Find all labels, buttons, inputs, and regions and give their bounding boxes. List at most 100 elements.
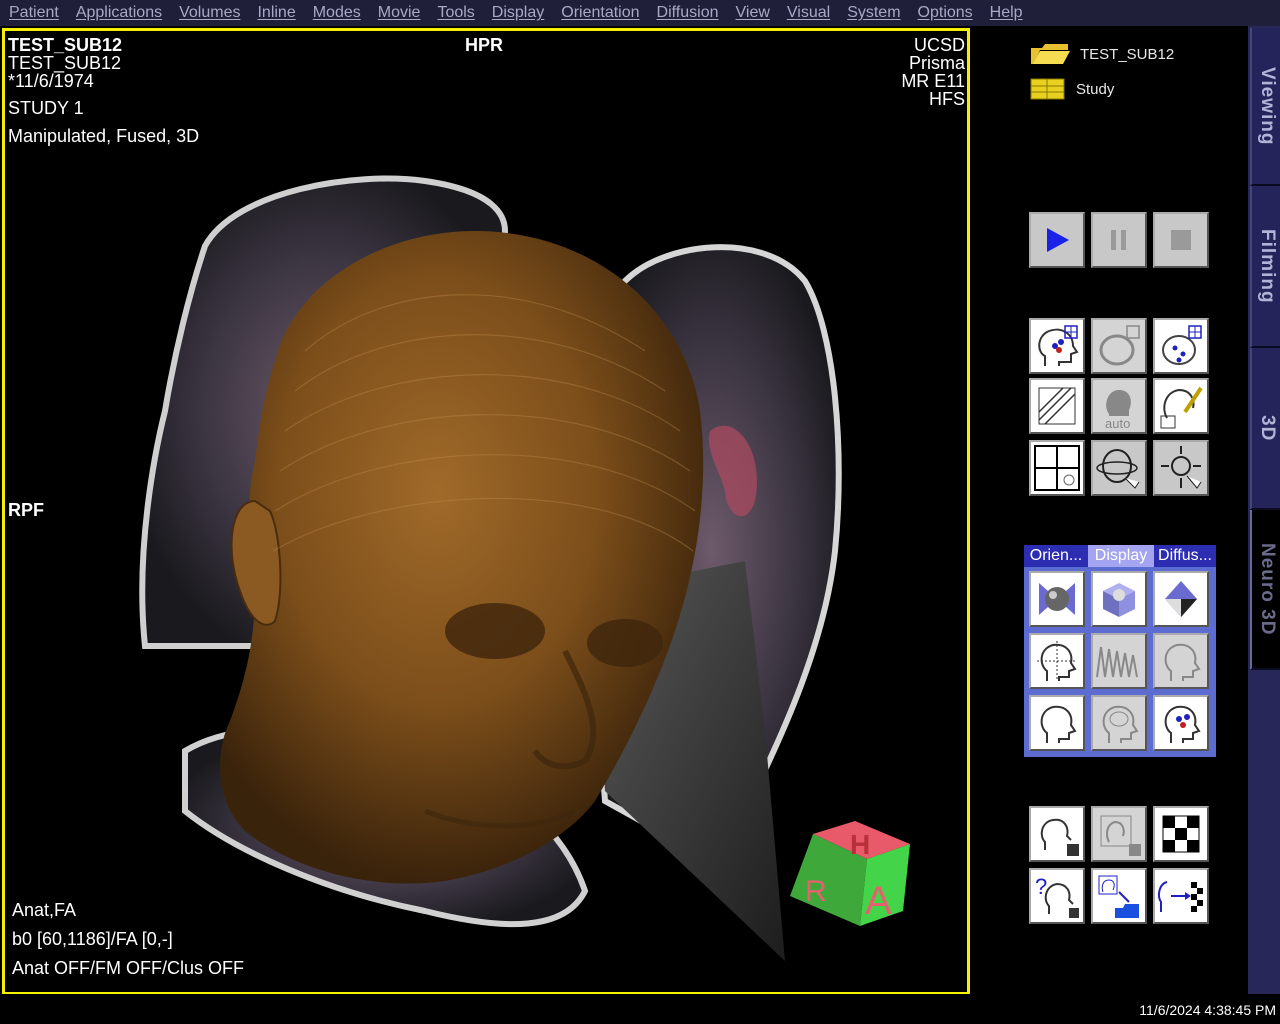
brain-points-icon (1162, 325, 1202, 365)
software-label: MR E11 (901, 71, 965, 91)
orientation-left-label: RPF (8, 500, 44, 520)
patient-name: TEST_SUB12 (8, 35, 123, 55)
head-dots-button[interactable] (1153, 695, 1209, 751)
auto-label: auto (1105, 416, 1130, 430)
head-help-button[interactable]: ? (1029, 868, 1085, 924)
patient-id: TEST_SUB12 (8, 53, 122, 73)
overlay-series: Anat,FA (12, 900, 77, 920)
tab-viewing[interactable]: Viewing (1250, 28, 1280, 186)
tab-filming[interactable]: Filming (1250, 186, 1280, 348)
head-measure-button[interactable] (1153, 378, 1209, 434)
play-button[interactable] (1029, 212, 1085, 268)
head-grid-points-icon (1038, 325, 1079, 366)
menu-modes[interactable]: Modes (304, 4, 369, 22)
head-dots-icon (1164, 705, 1201, 743)
pan-button[interactable] (1153, 440, 1209, 496)
tree-label-study: Study (1076, 80, 1115, 98)
institution-label: UCSD (913, 35, 965, 55)
play-icon (1047, 228, 1069, 252)
pause-button[interactable] (1091, 212, 1147, 268)
menu-display[interactable]: Display (483, 4, 552, 22)
menu-volumes[interactable]: Volumes (170, 4, 248, 22)
tab-neuro-3d[interactable]: Neuro 3D (1250, 510, 1280, 670)
menu-options[interactable]: Options (909, 4, 981, 22)
head-profile-button[interactable] (1029, 695, 1085, 751)
head-points-button[interactable] (1029, 318, 1085, 374)
brain-points-button[interactable] (1153, 318, 1209, 374)
patient-birthdate: *11/6/1974 (8, 71, 94, 91)
menu-patient[interactable]: Patient (0, 4, 67, 22)
head-save-icon (1040, 818, 1079, 856)
waveform-button[interactable] (1091, 633, 1147, 689)
head-hatched-icon (1038, 387, 1076, 425)
orientation-top-label: HPR (465, 35, 504, 55)
scanner-label: Prisma (908, 53, 965, 73)
menu-visual[interactable]: Visual (778, 4, 838, 22)
stop-icon (1171, 230, 1191, 250)
layout-button[interactable] (1029, 440, 1085, 496)
tree-label-patient: TEST_SUB12 (1080, 45, 1175, 63)
brain-grid-button[interactable] (1091, 318, 1147, 374)
menu-diffusion[interactable]: Diffusion (648, 4, 727, 22)
image-type: Manipulated, Fused, 3D (8, 126, 200, 146)
menu-movie[interactable]: Movie (369, 4, 429, 22)
position-label: HFS (929, 89, 965, 109)
head-folder-button[interactable] (1091, 868, 1147, 924)
tree-item-patient[interactable]: TEST_SUB12 (1030, 42, 1174, 66)
head-strike-button[interactable] (1029, 378, 1085, 434)
head-outline-button[interactable] (1153, 633, 1209, 689)
overlay-window: b0 [60,1186]/FA [0,-] (12, 929, 173, 949)
head-crosshair-button[interactable] (1029, 633, 1085, 689)
rotate-button[interactable] (1091, 440, 1147, 496)
menu-orientation[interactable]: Orientation (552, 4, 647, 22)
menu-system[interactable]: System (838, 4, 908, 22)
tab-filming-label: Filming (1257, 228, 1278, 304)
head-to-grid-button[interactable] (1153, 868, 1209, 924)
menu-tools[interactable]: Tools (428, 4, 482, 22)
tree-item-study[interactable]: Study (1030, 78, 1114, 100)
auto-head-icon: auto (1105, 390, 1131, 430)
cube-sphere-icon (1103, 583, 1135, 617)
study-label: STUDY 1 (8, 98, 84, 118)
status-clock: 11/6/2024 4:38:45 PM (1139, 1002, 1276, 1018)
head-save-button[interactable] (1029, 806, 1085, 862)
checker-button[interactable] (1153, 806, 1209, 862)
stop-button[interactable] (1153, 212, 1209, 268)
rotate-head-icon (1096, 449, 1140, 489)
tab-viewing-label: Viewing (1257, 66, 1278, 146)
head-pencil-icon (1160, 386, 1203, 429)
head-brain-icon (1102, 705, 1139, 743)
menu-help[interactable]: Help (981, 4, 1031, 22)
cube-label-left: R (805, 875, 827, 908)
tab-diffusion[interactable]: Diffus... (1154, 545, 1216, 567)
cutaway-button[interactable] (1153, 571, 1209, 627)
pan-head-icon (1161, 446, 1202, 489)
orientation-cube[interactable]: H R A (785, 816, 925, 946)
overlay-status: Anat OFF/FM OFF/Clus OFF (12, 958, 245, 978)
cube-view-button[interactable] (1091, 571, 1147, 627)
waveform-icon (1096, 646, 1138, 678)
checkerboard-icon (1162, 815, 1200, 853)
menu-view[interactable]: View (727, 4, 778, 22)
cube-label-front: A (865, 879, 892, 923)
menu-inline[interactable]: Inline (248, 4, 303, 22)
head-brain-button[interactable] (1091, 695, 1147, 751)
tab-3d[interactable]: 3D (1250, 348, 1280, 510)
cube-label-top: H (850, 829, 870, 860)
head-crosshair-icon (1037, 641, 1077, 681)
auto-segment-button[interactable]: auto (1091, 378, 1147, 434)
head-profile-icon (1040, 705, 1077, 743)
tab-display[interactable]: Display (1088, 545, 1154, 567)
tab-orientation[interactable]: Orien... (1024, 545, 1088, 567)
tab-neuro-3d-label: Neuro 3D (1257, 542, 1278, 636)
head-to-grid-icon (1158, 881, 1203, 912)
sphere-planes-button[interactable] (1029, 571, 1085, 627)
head-outline-gray-icon (1164, 643, 1201, 681)
menu-applications[interactable]: Applications (67, 4, 170, 22)
image-viewport[interactable]: H R A TEST_SUB12 TEST_SUB12 *11/6/1974 S… (2, 28, 970, 995)
cutaway-cube-icon (1165, 581, 1197, 617)
layout-grid-icon (1034, 445, 1080, 491)
head-export-button[interactable] (1091, 806, 1147, 862)
menu-bar: Patient Applications Volumes Inline Modes Mov… (0, 0, 1280, 26)
pause-icon (1111, 230, 1126, 250)
